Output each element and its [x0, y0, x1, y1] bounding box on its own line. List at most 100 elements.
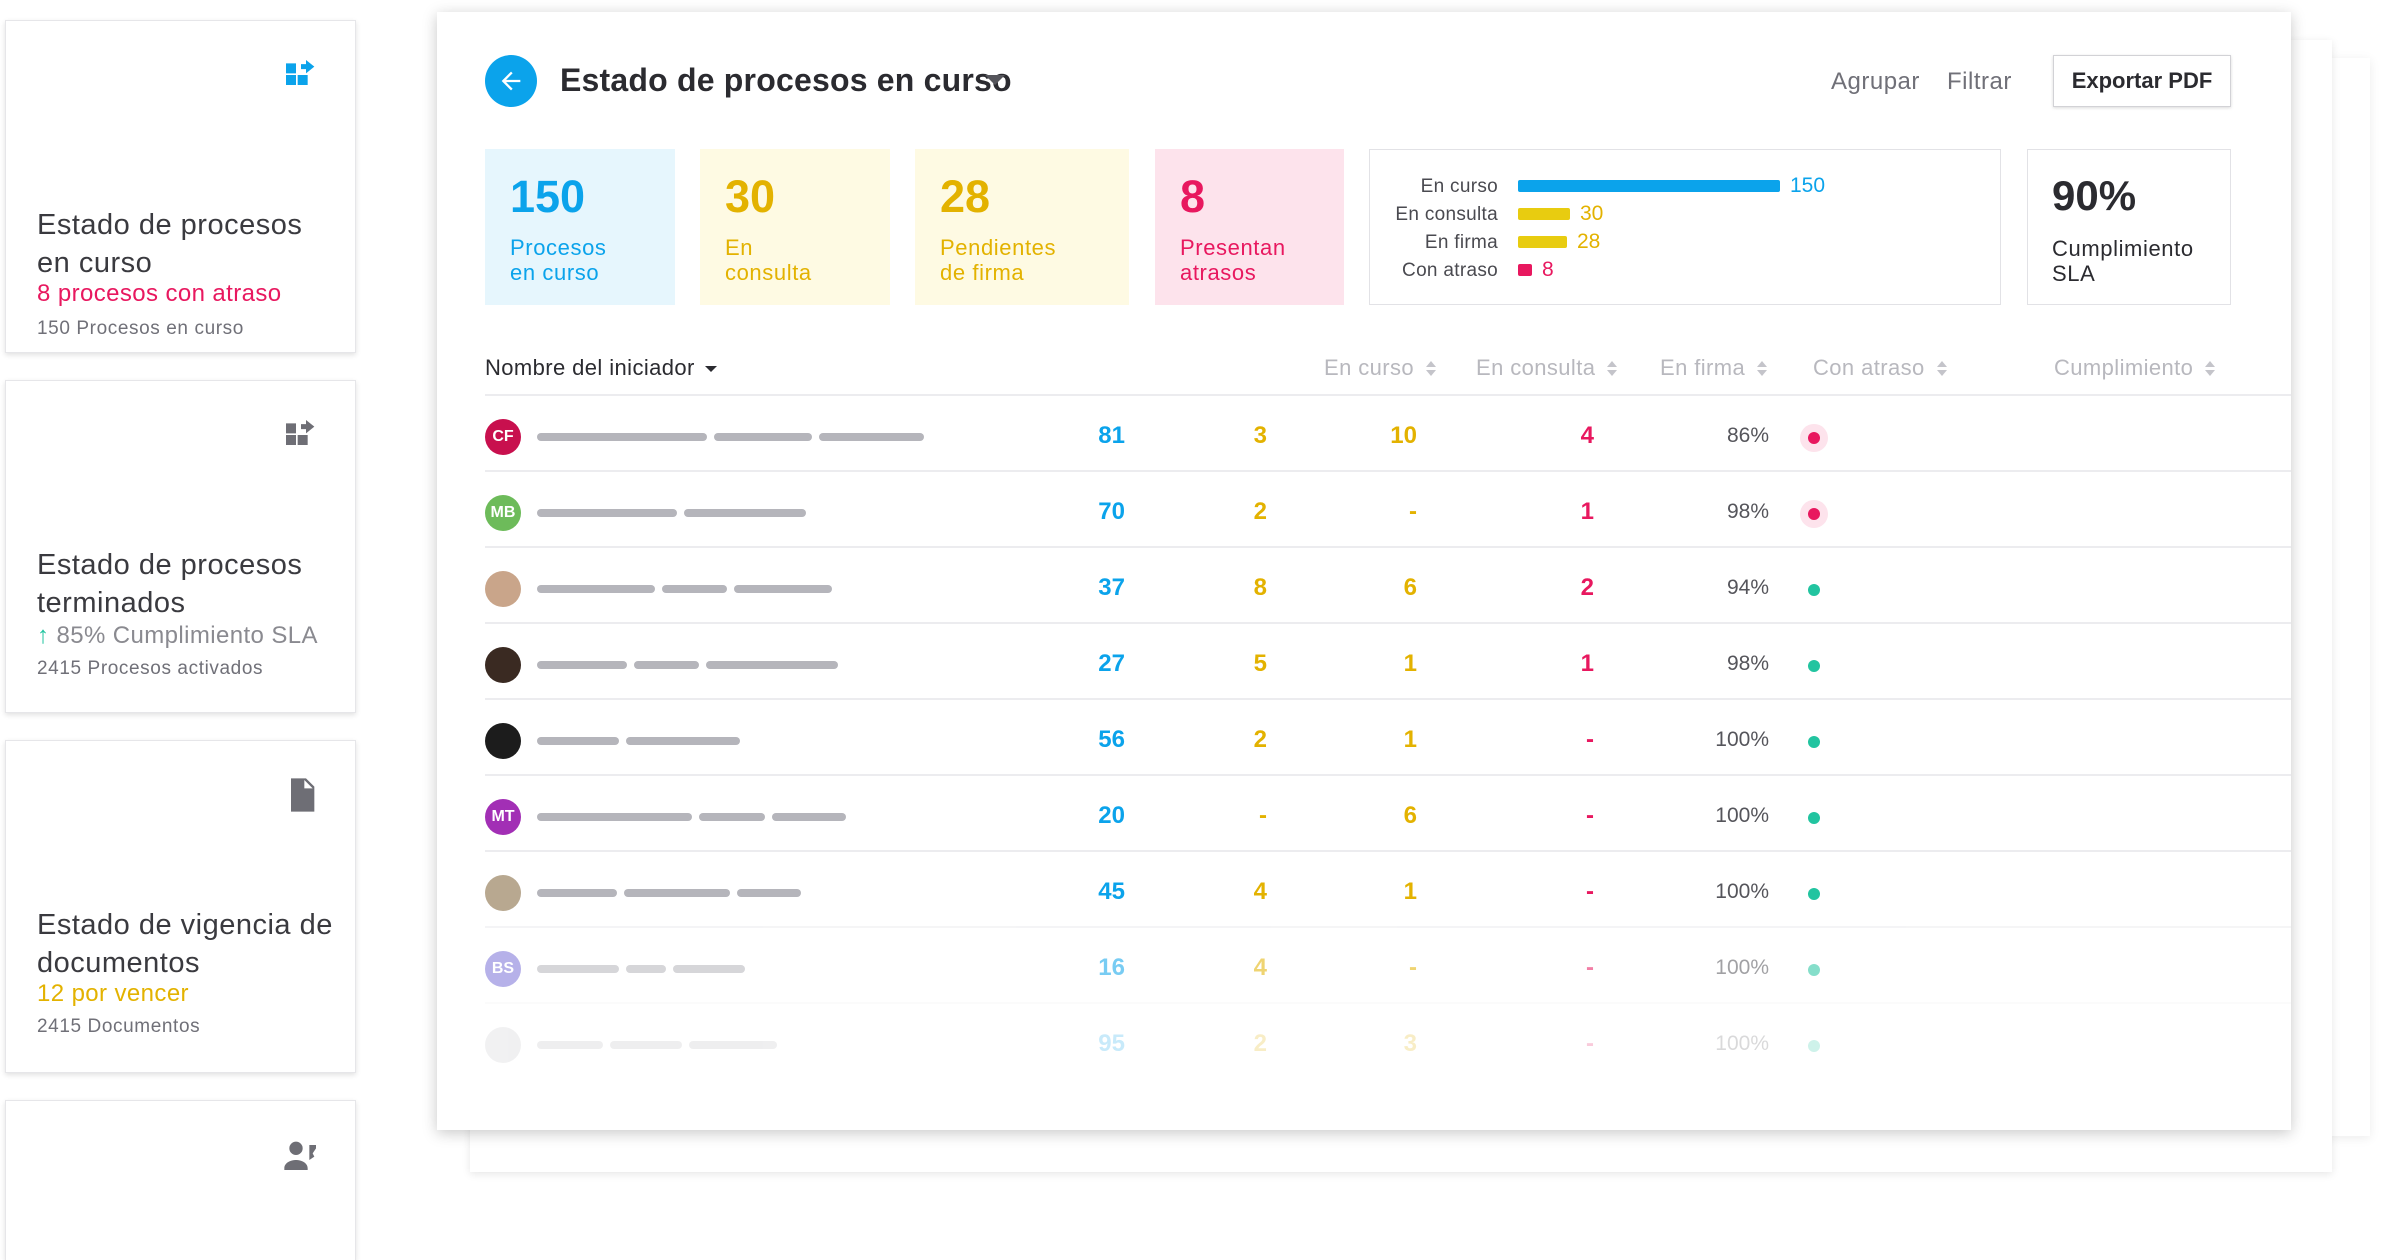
stat-tile-in-progress[interactable]: 150 Procesos en curso — [485, 149, 675, 305]
cell-en-firma: 6 — [1403, 574, 1417, 601]
sla-tile[interactable]: 90% Cumplimiento SLA — [2027, 149, 2231, 305]
cell-en-consulta: 2 — [1253, 726, 1267, 753]
bar-value: 150 — [1790, 174, 1826, 197]
sort-icon — [1757, 361, 1768, 377]
title-dropdown-caret-icon[interactable] — [985, 75, 1005, 85]
stat-tile-delayed[interactable]: 8 Presentan atrasos — [1155, 149, 1344, 305]
name-placeholder — [734, 585, 832, 593]
card-subtitle-text: 85% Cumplimiento SLA — [56, 622, 318, 649]
cell-con-atraso: - — [1586, 954, 1594, 981]
sla-label: Cumplimiento SLA — [2052, 236, 2194, 286]
cell-en-curso: 27 — [1098, 650, 1125, 677]
stat-tile-consultation[interactable]: 30 En consulta — [700, 149, 890, 305]
bar-label: En curso — [1420, 176, 1498, 197]
cell-cumplimiento: 98% — [1726, 652, 1769, 675]
cell-en-consulta: 8 — [1253, 574, 1267, 601]
bar-fill — [1518, 236, 1567, 248]
cell-cumplimiento: 100% — [1715, 804, 1769, 827]
cell-en-firma: - — [1409, 954, 1417, 981]
name-placeholder — [706, 661, 838, 669]
back-button[interactable] — [485, 55, 537, 107]
name-placeholder — [537, 585, 655, 593]
filter-button[interactable]: Filtrar — [1947, 68, 2012, 96]
name-placeholder — [772, 813, 846, 821]
name-placeholder — [537, 737, 619, 745]
cell-con-atraso: - — [1586, 1030, 1594, 1057]
status-dot — [1808, 660, 1820, 672]
card-title: Estado de vigencia de documentos — [37, 909, 333, 979]
cell-en-curso: 81 — [1098, 422, 1125, 449]
cell-con-atraso: 2 — [1580, 574, 1594, 601]
status-dot — [1808, 1040, 1820, 1052]
name-placeholder — [673, 965, 745, 973]
table-row[interactable]: 37 8 6 2 94% — [485, 546, 2291, 622]
avatar — [485, 571, 521, 607]
table-row[interactable]: CF 81 3 10 4 86% — [485, 394, 2291, 470]
cell-con-atraso: - — [1586, 878, 1594, 905]
main-panel: Estado de procesos en curso Agrupar Filt… — [437, 12, 2291, 1130]
name-placeholder — [624, 889, 730, 897]
avatar: BS — [485, 951, 521, 987]
table-row[interactable]: 95 2 3 - 100% — [485, 1002, 2291, 1078]
table-row[interactable]: MB 70 2 - 1 98% — [485, 470, 2291, 546]
name-placeholder — [819, 433, 924, 441]
sort-icon — [1426, 361, 1437, 377]
status-dot — [1808, 508, 1820, 520]
summary-bar-chart: En curso 150 En consulta 30 En firma 28 … — [1369, 149, 2001, 305]
table-row[interactable]: 45 4 1 - 100% — [485, 850, 2291, 926]
cell-en-consulta: - — [1259, 802, 1267, 829]
name-placeholder — [684, 509, 806, 517]
process-export-icon — [286, 420, 315, 445]
sla-value: 90% — [2052, 172, 2137, 219]
contact-icon — [284, 1141, 316, 1170]
cell-en-curso: 20 — [1098, 802, 1125, 829]
card-meta: 2415 Documentos — [37, 1016, 201, 1037]
cell-en-firma: 1 — [1403, 726, 1417, 753]
column-header-en-firma[interactable]: En firma — [1660, 355, 1768, 381]
card-title: Estado de procesos terminados — [37, 549, 303, 619]
bar-value: 28 — [1577, 230, 1601, 253]
table-row[interactable]: 27 5 1 1 98% — [485, 622, 2291, 698]
name-placeholder — [537, 661, 627, 669]
cell-cumplimiento: 100% — [1715, 880, 1769, 903]
group-button[interactable]: Agrupar — [1831, 68, 1920, 96]
export-pdf-button[interactable]: Exportar PDF — [2053, 55, 2231, 107]
avatar: CF — [485, 419, 521, 455]
table-row[interactable]: 56 2 1 - 100% — [485, 698, 2291, 774]
table-row[interactable]: BS 16 4 - - 100% — [485, 926, 2291, 1002]
cell-con-atraso: 1 — [1580, 498, 1594, 525]
status-dot — [1808, 812, 1820, 824]
column-header-en-consulta[interactable]: En consulta — [1476, 355, 1618, 381]
cell-en-curso: 70 — [1098, 498, 1125, 525]
cell-en-firma: 6 — [1403, 802, 1417, 829]
card-contacts[interactable] — [5, 1100, 356, 1260]
cell-en-firma: 3 — [1403, 1030, 1417, 1057]
sort-icon — [1607, 361, 1618, 377]
card-document-validity[interactable]: Estado de vigencia de documentos 12 por … — [5, 740, 356, 1073]
sort-icon — [2205, 361, 2216, 377]
bar-label: En firma — [1424, 232, 1498, 253]
table-row[interactable]: MT 20 - 6 - 100% — [485, 774, 2291, 850]
cell-cumplimiento: 98% — [1726, 500, 1769, 523]
card-processes-finished[interactable]: Estado de procesos terminados ↑ 85% Cump… — [5, 380, 356, 713]
cell-en-firma: 1 — [1403, 878, 1417, 905]
cell-en-firma: - — [1409, 498, 1417, 525]
name-placeholder — [714, 433, 812, 441]
name-placeholder — [737, 889, 801, 897]
name-placeholder — [537, 965, 619, 973]
name-placeholder — [699, 813, 765, 821]
cell-en-firma: 10 — [1390, 422, 1417, 449]
cell-en-consulta: 2 — [1253, 1030, 1267, 1057]
column-header-con-atraso[interactable]: Con atraso — [1813, 355, 1947, 381]
name-placeholder — [537, 889, 617, 897]
card-processes-in-progress[interactable]: Estado de procesos en curso 8 procesos c… — [5, 20, 356, 353]
stat-tile-pending-signature[interactable]: 28 Pendientes de firma — [915, 149, 1129, 305]
column-header-en-curso[interactable]: En curso — [1324, 355, 1437, 381]
column-header-initiator[interactable]: Nombre del iniciador — [485, 355, 717, 381]
bar-fill — [1518, 180, 1780, 192]
arrow-up-icon: ↑ — [37, 622, 50, 649]
column-header-cumplimiento[interactable]: Cumplimiento — [2054, 355, 2216, 381]
cell-en-curso: 37 — [1098, 574, 1125, 601]
bar-fill — [1518, 264, 1532, 276]
stat-value: 8 — [1180, 171, 1206, 222]
